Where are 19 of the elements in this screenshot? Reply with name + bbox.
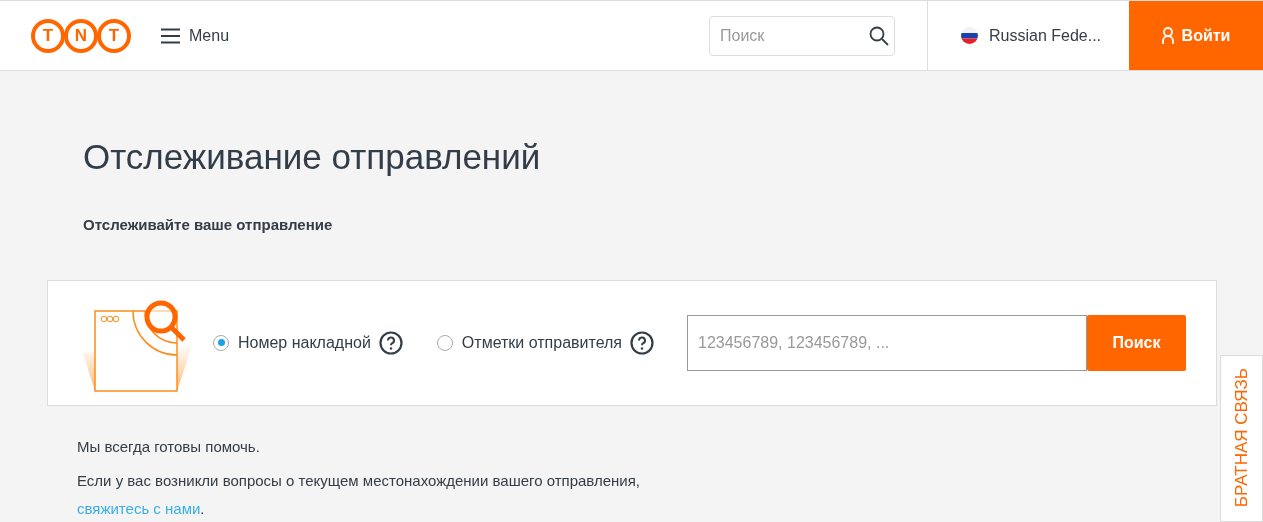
page-title: Отслеживание отправлений [83, 137, 542, 177]
radio-label[interactable]: Отметки отправителя [461, 330, 622, 355]
menu-icon [161, 27, 180, 44]
page-subtitle: Отслеживайте ваше отправление [83, 215, 334, 235]
person-icon [1161, 26, 1174, 45]
help-text: Если у вас возникли вопросы о текущем местонахождении вашего отправления, свяжитесь с нами. [77, 471, 642, 519]
tracking-number-field[interactable]: 123456789, 123456789, ... [687, 314, 1087, 371]
feedback-label[interactable]: БРАТНАЯ СВЯЗЬ [1230, 368, 1253, 508]
help-icon[interactable] [630, 330, 654, 355]
menu-button[interactable]: Menu [161, 23, 230, 48]
radio-label[interactable]: Номер накладной [238, 330, 371, 355]
login-button[interactable]: Войти [1129, 1, 1263, 70]
search-icon[interactable] [869, 25, 889, 46]
search-field[interactable]: Поиск [709, 15, 895, 56]
tnt-logo[interactable]: T N T [31, 18, 131, 53]
feedback-tab[interactable]: БРАТНАЯ СВЯЗЬ [1220, 355, 1263, 522]
search-button[interactable]: Поиск [1087, 314, 1186, 371]
help-icon[interactable] [378, 330, 403, 355]
flag-icon [961, 27, 978, 44]
